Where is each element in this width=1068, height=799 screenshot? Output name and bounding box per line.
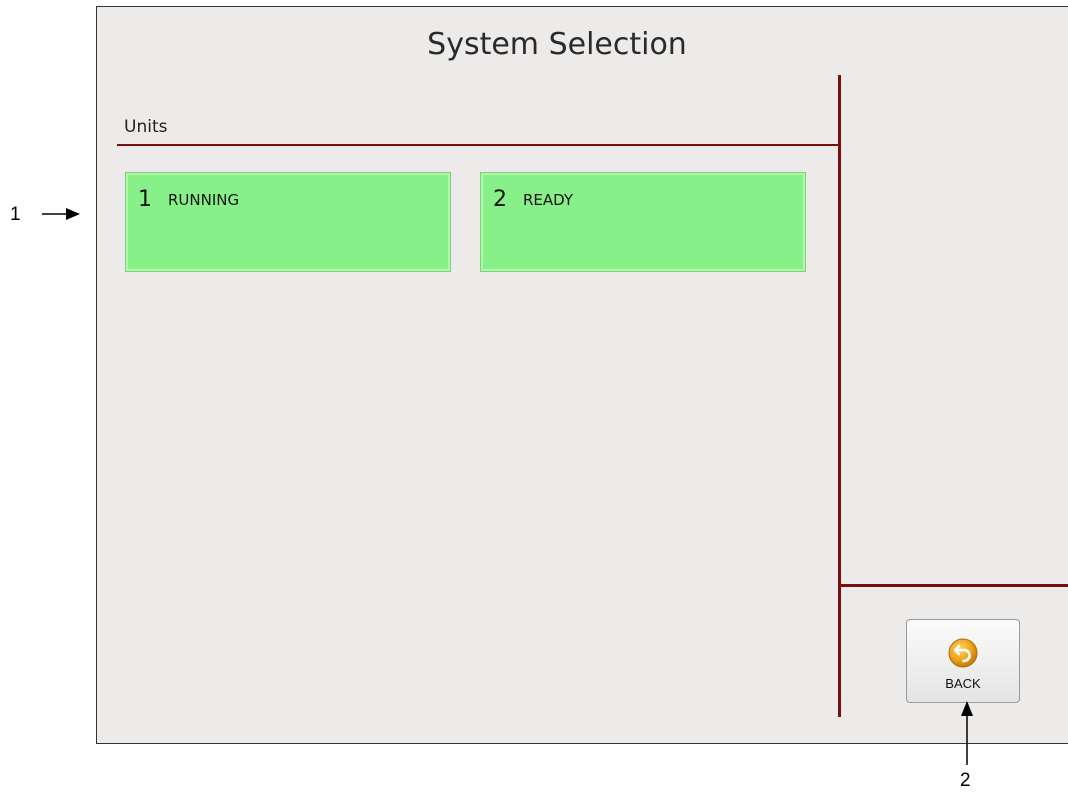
callout-1-arrow-icon <box>42 208 80 220</box>
callout-arrows <box>42 208 973 765</box>
page: System Selection Units 1 RUNNING 2 READY <box>0 0 1068 799</box>
callout-2-arrow-icon <box>961 701 973 765</box>
